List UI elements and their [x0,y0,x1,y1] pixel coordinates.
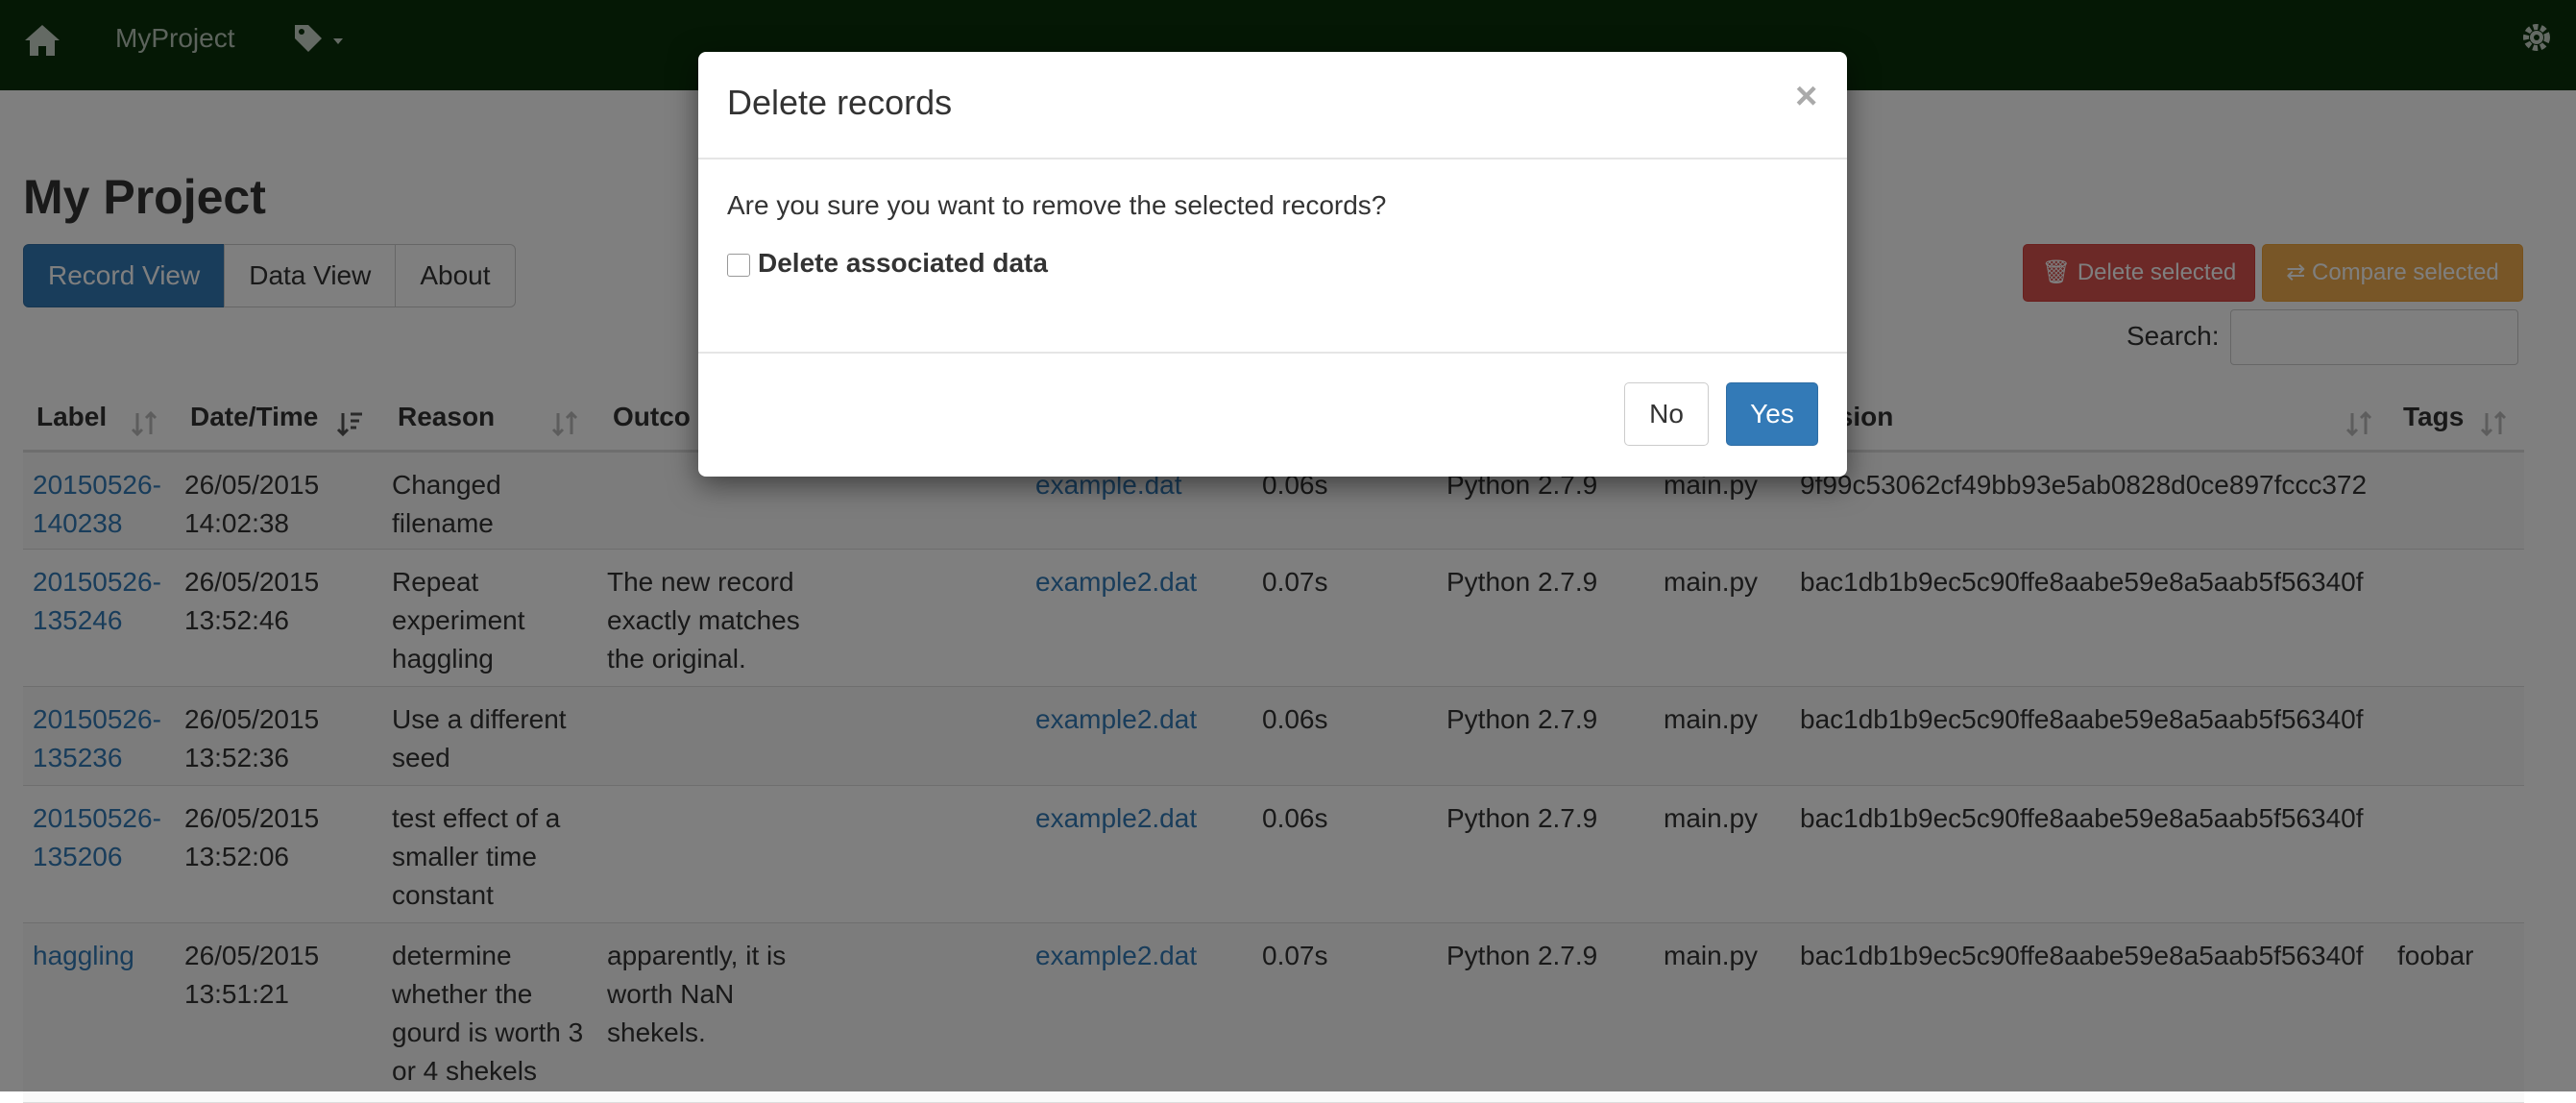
delete-data-checkbox-label[interactable]: Delete associated data [758,248,1048,279]
yes-button[interactable]: Yes [1726,382,1818,446]
dialog-title: Delete records [727,83,953,122]
no-button[interactable]: No [1624,382,1709,446]
divider [698,158,1847,159]
divider [698,352,1847,354]
delete-records-dialog: Delete records × Are you sure you want t… [698,52,1847,477]
delete-data-checkbox[interactable] [727,254,750,277]
dialog-question: Are you sure you want to remove the sele… [727,190,1387,220]
close-icon[interactable]: × [1795,77,1817,115]
